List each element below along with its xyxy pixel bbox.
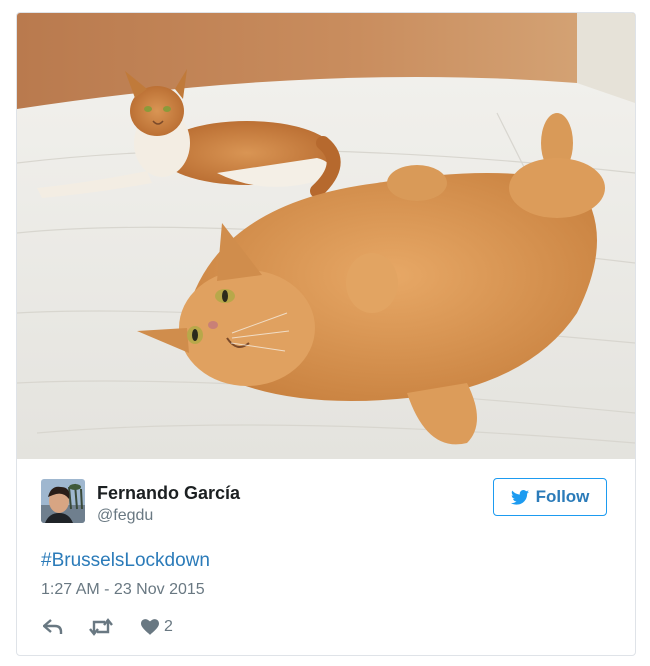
tweet-timestamp[interactable]: 1:27 AM - 23 Nov 2015 <box>41 581 205 599</box>
like-button[interactable]: 2 <box>141 615 173 639</box>
tweet-author[interactable]: Fernando García @fegdu <box>41 479 441 525</box>
retweet-button[interactable] <box>89 615 113 639</box>
author-name[interactable]: Fernando García <box>97 483 240 504</box>
reply-icon <box>43 619 63 634</box>
embedded-tweet-card: Fernando García @fegdu Follow #BrusselsL… <box>16 12 636 656</box>
reply-button[interactable] <box>43 615 63 639</box>
like-count: 2 <box>164 618 173 635</box>
hashtag-link[interactable]: #BrusselsLockdown <box>41 550 210 572</box>
user-avatar-icon <box>41 479 85 523</box>
cats-photo-image <box>17 13 635 459</box>
tweet-photo[interactable] <box>17 13 635 459</box>
twitter-bird-icon <box>510 489 529 505</box>
retweet-icon <box>89 618 113 636</box>
heart-icon <box>141 619 159 635</box>
follow-button-label: Follow <box>535 487 590 506</box>
follow-button[interactable]: Follow <box>493 478 607 516</box>
author-handle[interactable]: @fegdu <box>97 507 153 525</box>
tweet-actions: 2 <box>41 615 341 639</box>
avatar[interactable] <box>41 479 85 523</box>
